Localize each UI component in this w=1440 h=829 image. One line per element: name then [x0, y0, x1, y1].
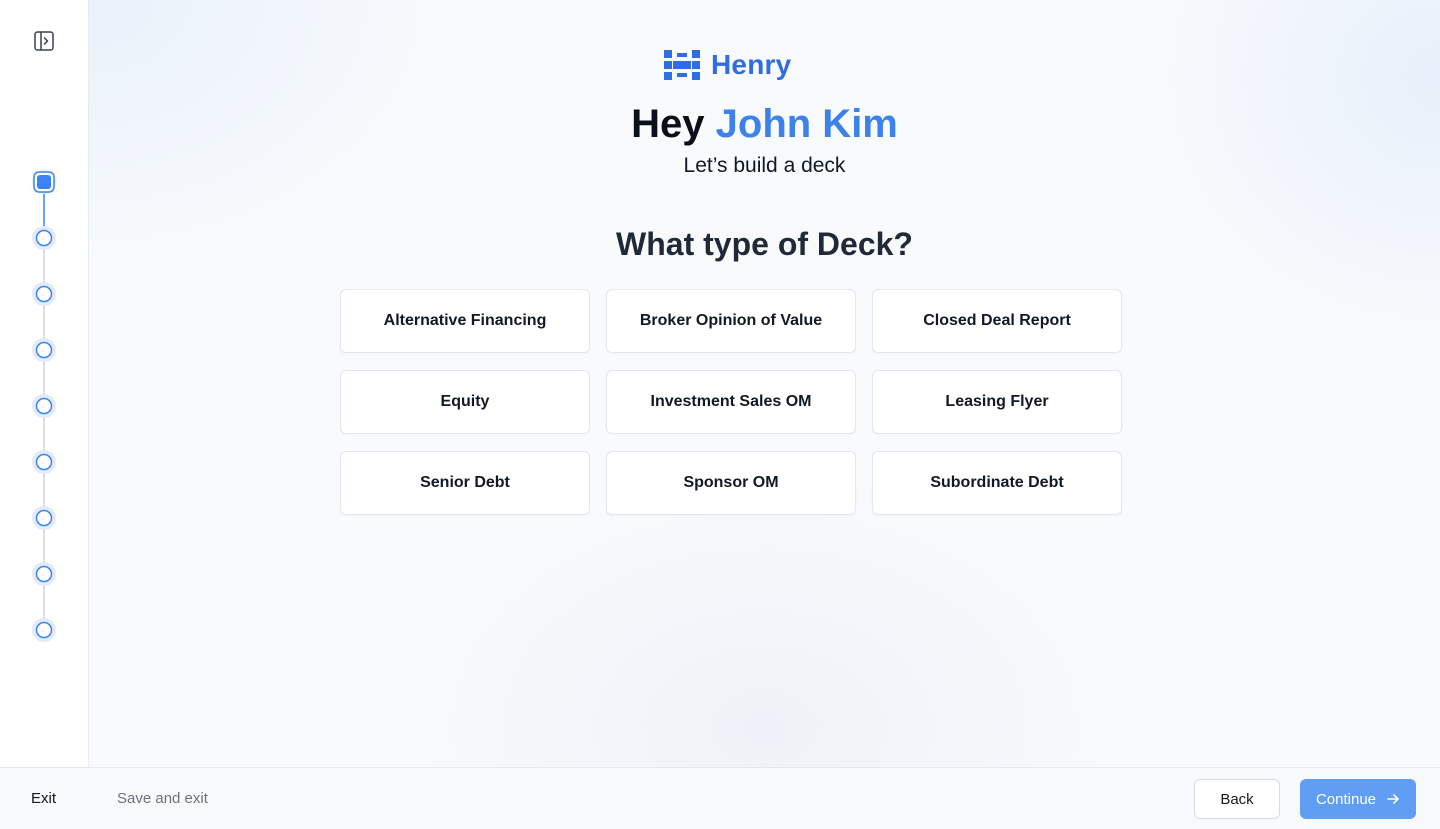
- stepper-step-7: [32, 506, 56, 530]
- deck-type-question: What type of Deck?: [89, 226, 1440, 263]
- deck-option-equity[interactable]: Equity: [340, 370, 590, 434]
- stepper-step-1: [32, 170, 56, 194]
- deck-option-sponsor-om[interactable]: Sponsor OM: [606, 451, 856, 515]
- greeting-subtitle: Let’s build a deck: [683, 154, 846, 177]
- save-and-exit-button[interactable]: Save and exit: [117, 790, 208, 807]
- exit-button[interactable]: Exit: [31, 790, 56, 807]
- continue-button[interactable]: Continue: [1300, 779, 1416, 819]
- henry-logo-icon: [664, 50, 700, 80]
- greeting-prefix: Hey: [631, 102, 705, 146]
- progress-stepper: [32, 170, 56, 642]
- brand-logo: Henry: [663, 48, 791, 82]
- stepper-step-8: [32, 562, 56, 586]
- stepper-step-3: [32, 282, 56, 306]
- continue-button-label: Continue: [1315, 790, 1377, 808]
- question-prefix: What type of: [616, 226, 809, 262]
- question-emphasis: Deck?: [816, 226, 913, 262]
- back-button[interactable]: Back: [1194, 779, 1280, 819]
- deck-option-subordinate-debt[interactable]: Subordinate Debt: [872, 451, 1122, 515]
- deck-type-options: Alternative Financing Broker Opinion of …: [340, 289, 1122, 515]
- deck-option-senior-debt[interactable]: Senior Debt: [340, 451, 590, 515]
- deck-option-investment-sales-om[interactable]: Investment Sales OM: [606, 370, 856, 434]
- user-name: John Kim: [715, 102, 898, 146]
- deck-option-closed-deal-report[interactable]: Closed Deal Report: [872, 289, 1122, 353]
- deck-option-leasing-flyer[interactable]: Leasing Flyer: [872, 370, 1122, 434]
- back-button-label: Back: [1220, 790, 1254, 808]
- greeting-heading: Hey John Kim: [89, 102, 1440, 147]
- deck-option-alternative-financing[interactable]: Alternative Financing: [340, 289, 590, 353]
- main-content: Henry Hey John Kim Let’s build a deck Wh…: [89, 0, 1440, 767]
- stepper-step-9: [32, 618, 56, 642]
- stepper-step-6: [32, 450, 56, 474]
- arrow-right-icon: [1387, 794, 1399, 804]
- stepper-step-5: [32, 394, 56, 418]
- sidebar: [0, 0, 89, 767]
- footer-bar: Exit Save and exit Back Continue: [0, 767, 1440, 829]
- stepper-step-4: [32, 338, 56, 362]
- brand-name: Henry: [711, 49, 792, 80]
- deck-option-broker-opinion-of-value[interactable]: Broker Opinion of Value: [606, 289, 856, 353]
- stepper-step-2: [32, 226, 56, 250]
